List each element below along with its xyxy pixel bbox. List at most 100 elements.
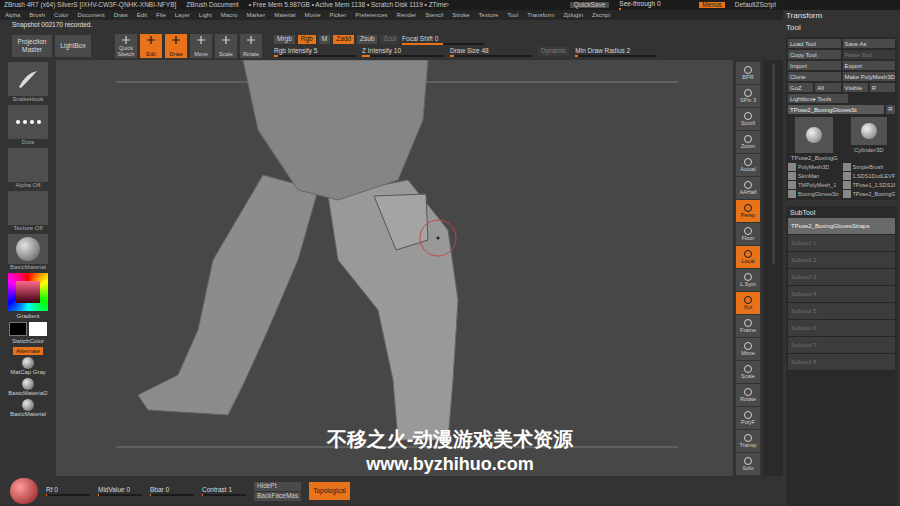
slider[interactable]: Focal Shift 0 bbox=[402, 35, 484, 45]
gradient-label[interactable]: Gradient bbox=[16, 313, 39, 320]
menu-item[interactable]: Movie bbox=[305, 12, 321, 18]
material-preview[interactable] bbox=[10, 478, 38, 504]
view-button[interactable]: Solo bbox=[736, 453, 760, 475]
menu-item[interactable]: Material bbox=[274, 12, 295, 18]
switch-color-button[interactable]: SwitchColor bbox=[12, 338, 44, 345]
toggle-button[interactable]: Zcut bbox=[380, 35, 399, 44]
shelf-big-button[interactable]: Projection Master bbox=[12, 35, 52, 57]
subtool-row[interactable]: Subtool 1 bbox=[788, 235, 895, 252]
slider[interactable]: Bbar 0 bbox=[150, 486, 194, 496]
slider[interactable]: Contrast 1 bbox=[202, 486, 246, 496]
current-tool-name[interactable]: TPose2_BoxingGlovesSt bbox=[788, 105, 884, 114]
tool-panel-button[interactable]: R bbox=[870, 83, 895, 92]
transform-header[interactable]: Transform bbox=[786, 11, 897, 21]
left-shelf-item[interactable]: BasicMaterial bbox=[8, 234, 48, 271]
tool-button[interactable]: Move bbox=[190, 34, 212, 58]
tool-panel-button[interactable]: Visible bbox=[843, 83, 868, 92]
menu-item[interactable]: Tool bbox=[507, 12, 518, 18]
main-color-swatch[interactable] bbox=[9, 322, 27, 336]
thumbnail[interactable]: TPose2_BoxingG bbox=[791, 116, 838, 162]
tool-panel-button[interactable]: Paste Tool bbox=[843, 50, 896, 59]
view-button[interactable]: Move bbox=[736, 338, 760, 360]
menu-item[interactable]: Render bbox=[397, 12, 417, 18]
subtool-row[interactable]: Subtool 2 bbox=[788, 252, 895, 269]
slider[interactable]: Rf 0 bbox=[46, 486, 90, 496]
tool-panel-button[interactable]: Export bbox=[843, 61, 896, 70]
thumbnail[interactable]: Cylinder3D bbox=[850, 116, 888, 154]
menu-item[interactable]: Macro bbox=[221, 12, 238, 18]
tool-panel-button[interactable]: All bbox=[815, 83, 840, 92]
menus-button[interactable]: Menus bbox=[699, 2, 725, 9]
view-button[interactable]: L.Sym bbox=[736, 269, 760, 291]
quicksave-button[interactable]: QuickSave bbox=[570, 2, 609, 9]
color-picker[interactable] bbox=[8, 273, 48, 311]
material-item[interactable]: MatCap Gray bbox=[10, 357, 46, 376]
tool-panel-button[interactable]: Clone bbox=[788, 72, 841, 81]
tool-panel-button[interactable]: Load Tool bbox=[788, 39, 841, 48]
menu-item[interactable]: Light bbox=[199, 12, 212, 18]
view-button[interactable]: Persp bbox=[736, 200, 760, 222]
left-shelf-item[interactable]: Alpha Off bbox=[8, 148, 48, 189]
view-button[interactable]: SPix 3 bbox=[736, 85, 760, 107]
subtool-row[interactable]: Subtool 6 bbox=[788, 320, 895, 337]
menu-item[interactable]: Zscript bbox=[592, 12, 610, 18]
tool-header[interactable]: Tool bbox=[786, 23, 897, 33]
current-tool-r[interactable]: R bbox=[886, 105, 895, 114]
toggle-button[interactable]: Dynamic bbox=[538, 47, 569, 56]
toggle-button[interactable]: HidePt bbox=[254, 482, 301, 491]
menu-item[interactable]: Zplugin bbox=[563, 12, 583, 18]
view-button[interactable]: Scale bbox=[736, 361, 760, 383]
material-item[interactable]: BasicMaterial bbox=[10, 399, 46, 418]
view-button[interactable]: Local bbox=[736, 246, 760, 268]
view-button[interactable]: PolyF bbox=[736, 407, 760, 429]
tool-panel-button[interactable]: Make PolyMesh3D bbox=[843, 72, 896, 81]
slider[interactable]: Min Draw Radius 2 bbox=[575, 47, 657, 57]
subtool-row[interactable]: Subtool 3 bbox=[788, 269, 895, 286]
tool-button[interactable]: Scale bbox=[215, 34, 237, 58]
tool-button[interactable]: Rotate bbox=[240, 34, 262, 58]
toggle-button[interactable]: Zsub bbox=[357, 35, 377, 44]
menu-item[interactable]: Draw bbox=[114, 12, 128, 18]
left-shelf-item[interactable]: Texture Off bbox=[8, 191, 48, 232]
view-button[interactable]: Floor bbox=[736, 223, 760, 245]
shelf-big-button[interactable]: LightBox bbox=[55, 35, 91, 57]
subtool-row[interactable]: Subtool 7 bbox=[788, 337, 895, 354]
view-button[interactable]: Scroll bbox=[736, 108, 760, 130]
tool-button[interactable]: Quick Sketch bbox=[115, 34, 137, 58]
topological-button[interactable]: Topological bbox=[309, 482, 350, 500]
view-button[interactable]: AAHalf bbox=[736, 177, 760, 199]
view-button[interactable]: BPR bbox=[736, 62, 760, 84]
left-shelf-item[interactable]: SnakeHook bbox=[8, 62, 48, 103]
menu-item[interactable]: Brush bbox=[29, 12, 45, 18]
view-button[interactable]: Xyz bbox=[736, 292, 760, 314]
canvas[interactable] bbox=[56, 60, 733, 476]
secondary-color-swatch[interactable] bbox=[29, 322, 47, 336]
subtool-row[interactable]: Subtool 4 bbox=[788, 286, 895, 303]
toggle-button[interactable]: BackFaceMas bbox=[254, 492, 301, 501]
view-button[interactable]: Transp bbox=[736, 430, 760, 452]
menu-item[interactable]: Preferences bbox=[355, 12, 387, 18]
toggle-button[interactable]: Rgb bbox=[298, 35, 316, 44]
toggle-button[interactable]: M bbox=[319, 35, 330, 44]
menu-item[interactable]: Picker bbox=[330, 12, 347, 18]
menu-item[interactable]: Stroke bbox=[452, 12, 469, 18]
slider[interactable]: Rgb Intensity 5 bbox=[274, 47, 356, 57]
subtool-row[interactable]: Subtool 5 bbox=[788, 303, 895, 320]
material-item[interactable]: BasicMaterial2 bbox=[8, 378, 47, 397]
lightbox-tools-button[interactable]: Lightbox▸ Tools bbox=[788, 94, 848, 103]
slider[interactable]: See-through 0 bbox=[619, 0, 689, 10]
tool-panel-button[interactable]: Import bbox=[788, 61, 841, 70]
toggle-button[interactable]: Zadd bbox=[333, 35, 354, 44]
menu-item[interactable]: Marker bbox=[246, 12, 265, 18]
alternate-button[interactable]: Alternate bbox=[13, 347, 43, 355]
view-button[interactable]: Frame bbox=[736, 315, 760, 337]
tool-panel-button[interactable]: GoZ bbox=[788, 83, 813, 92]
left-shelf-item[interactable]: Dots bbox=[8, 105, 48, 146]
menu-item[interactable]: File bbox=[156, 12, 166, 18]
subtool-row[interactable]: Subtool 8 bbox=[788, 354, 895, 371]
menu-item[interactable]: Edit bbox=[137, 12, 147, 18]
scroll-strip[interactable] bbox=[763, 60, 783, 476]
subtool-header[interactable]: SubTool bbox=[788, 208, 895, 218]
menu-item[interactable]: Color bbox=[54, 12, 68, 18]
menu-item[interactable]: Layer bbox=[175, 12, 190, 18]
